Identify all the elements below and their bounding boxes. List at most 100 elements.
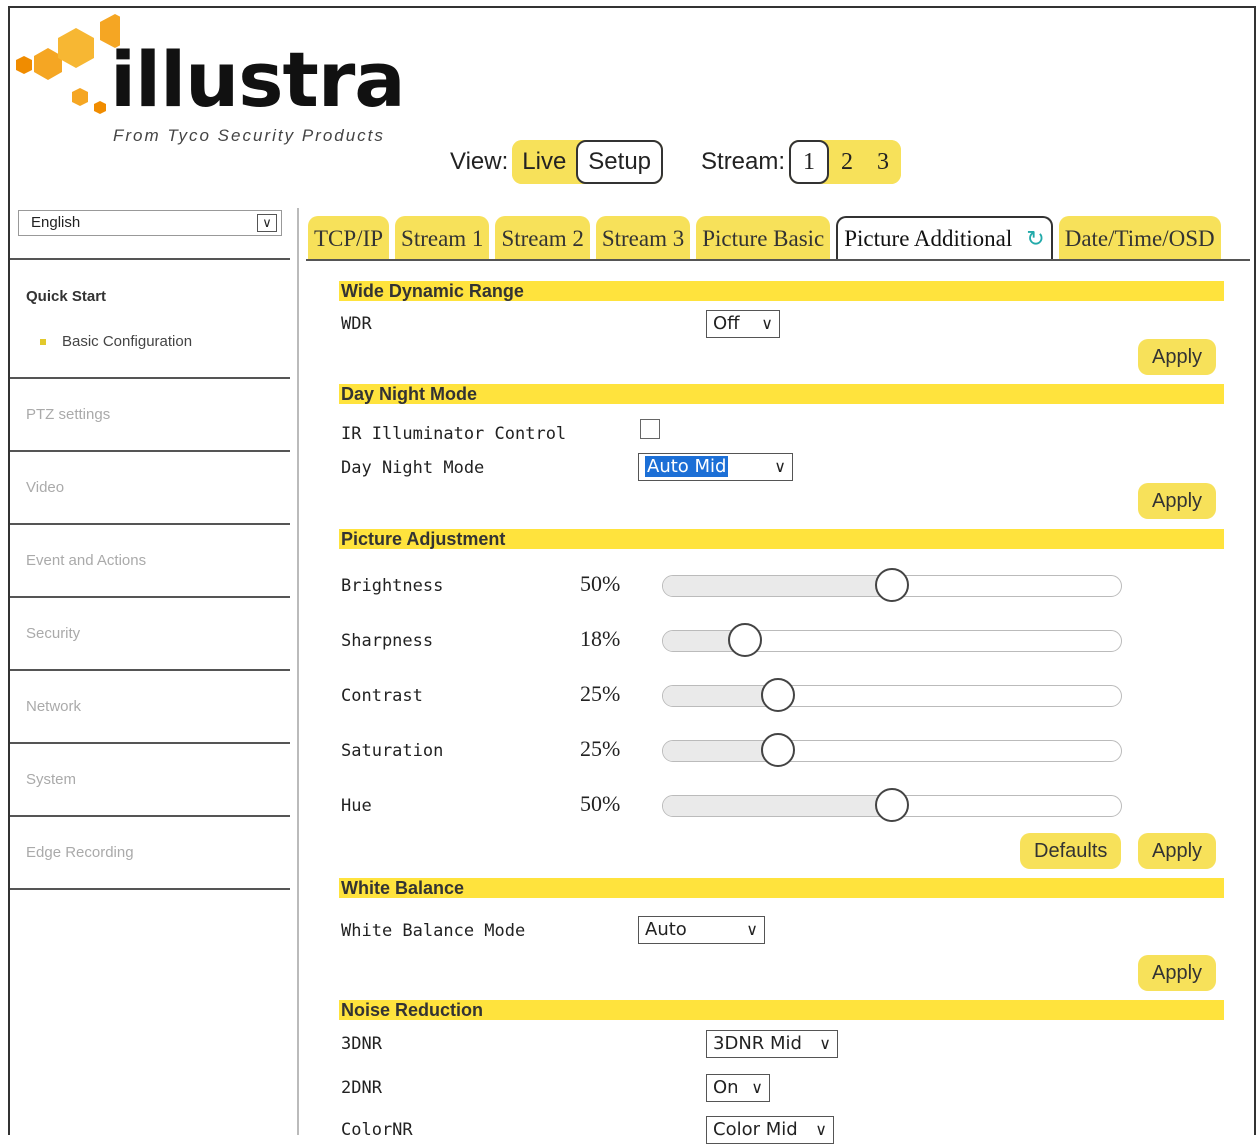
setup-button[interactable]: Setup [576, 140, 664, 184]
white-balance-mode-label: White Balance Mode [341, 921, 526, 941]
sidebar-item-video[interactable]: Video [26, 479, 64, 496]
stream-toggle: 1 2 3 [789, 140, 902, 184]
sidebar-item-ptz-settings[interactable]: PTZ settings [26, 406, 110, 423]
sidebar-divider [10, 258, 290, 260]
ir-illuminator-label: IR Illuminator Control [341, 424, 567, 444]
sidebar-divider [10, 450, 290, 452]
chevron-down-icon: ∨ [774, 457, 786, 476]
stream-1-button[interactable]: 1 [789, 140, 830, 184]
white-balance-apply-button[interactable]: Apply [1138, 955, 1217, 991]
live-button[interactable]: Live [512, 140, 577, 184]
3dnr-value: 3DNR Mid [713, 1033, 802, 1054]
section-header-wdr: Wide Dynamic Range [339, 281, 1224, 301]
sharpness-label: Sharpness [341, 631, 434, 651]
contrast-slider[interactable] [662, 678, 1122, 712]
brightness-slider[interactable] [662, 568, 1122, 602]
tab-tcp-ip[interactable]: TCP/IP [308, 216, 390, 260]
sharpness-slider[interactable] [662, 623, 1122, 657]
sidebar-item-network[interactable]: Network [26, 698, 81, 715]
chevron-down-icon: ∨ [746, 920, 758, 939]
logo-wordmark: illustra [110, 35, 406, 124]
saturation-label: Saturation [341, 741, 444, 761]
day-night-apply-button[interactable]: Apply [1138, 483, 1217, 519]
tab-picture-additional[interactable]: Picture Additional ↻ [836, 216, 1053, 260]
hue-slider[interactable] [662, 788, 1122, 822]
contrast-value: 25% [580, 681, 621, 706]
logo-tagline: From Tyco Security Products [113, 126, 385, 145]
hue-label: Hue [341, 796, 372, 816]
saturation-slider-handle[interactable] [760, 733, 795, 767]
sidebar-item-event-and-actions[interactable]: Event and Actions [26, 552, 146, 569]
3dnr-select[interactable]: 3DNR Mid ∨ [706, 1030, 838, 1058]
hue-slider-handle[interactable] [875, 788, 909, 822]
wdr-value: Off [713, 313, 740, 334]
language-value: English [31, 214, 81, 231]
sidebar-quick-start[interactable]: Quick Start [26, 288, 106, 305]
hue-slider-fill [663, 796, 892, 816]
sidebar-divider [10, 596, 290, 598]
white-balance-mode-select[interactable]: Auto ∨ [638, 916, 765, 944]
refresh-icon[interactable]: ↻ [1026, 227, 1044, 252]
defaults-button[interactable]: Defaults [1020, 833, 1122, 869]
sidebar-divider [10, 669, 290, 671]
tab-stream-3[interactable]: Stream 3 [595, 216, 691, 260]
day-night-mode-select[interactable]: Auto Mid ∨ [638, 453, 793, 481]
tab-picture-basic[interactable]: Picture Basic [696, 216, 831, 260]
ir-illuminator-checkbox[interactable] [640, 419, 660, 439]
2dnr-label: 2DNR [341, 1078, 382, 1098]
brightness-slider-handle[interactable] [875, 568, 909, 602]
day-night-mode-value: Auto Mid [645, 456, 729, 477]
chevron-down-icon: ∨ [815, 1120, 827, 1139]
section-header-white-balance: White Balance [339, 878, 1224, 898]
tabs-underline [306, 259, 1250, 261]
tab-stream-1[interactable]: Stream 1 [395, 216, 490, 260]
sidebar-item-system[interactable]: System [26, 771, 76, 788]
picture-apply-button[interactable]: Apply [1138, 833, 1217, 869]
stream-label: Stream: [701, 148, 786, 175]
tab-stream-2[interactable]: Stream 2 [495, 216, 590, 260]
brightness-value: 50% [580, 571, 621, 596]
brightness-slider-fill [663, 576, 892, 596]
colornr-label: ColorNR [341, 1120, 413, 1140]
contrast-slider-handle[interactable] [760, 678, 795, 712]
chevron-down-icon: ∨ [751, 1078, 763, 1097]
bullet-icon [40, 339, 46, 346]
stream-2-button[interactable]: 2 [829, 140, 866, 184]
wdr-select[interactable]: Off ∨ [706, 310, 780, 338]
sidebar-item-security[interactable]: Security [26, 625, 80, 642]
section-header-day-night: Day Night Mode [339, 384, 1224, 404]
day-night-mode-label: Day Night Mode [341, 458, 485, 478]
view-toggle: Live Setup [512, 140, 664, 184]
sidebar-divider [10, 815, 290, 817]
wdr-apply-button[interactable]: Apply [1138, 339, 1217, 375]
tab-label: Picture Additional [844, 226, 1013, 251]
3dnr-label: 3DNR [341, 1034, 382, 1054]
sidebar-divider [10, 377, 290, 379]
sidebar-item-label: Basic Configuration [62, 333, 193, 350]
wdr-label: WDR [341, 314, 372, 334]
colornr-value: Color Mid [713, 1119, 798, 1140]
settings-tabs: TCP/IP Stream 1 Stream 2 Stream 3 Pictur… [308, 216, 1227, 260]
contrast-label: Contrast [341, 686, 423, 706]
stream-3-button[interactable]: 3 [865, 140, 902, 184]
chevron-down-icon: ∨ [761, 314, 773, 333]
section-header-noise-reduction: Noise Reduction [339, 1000, 1224, 1020]
sidebar-divider [10, 742, 290, 744]
chevron-down-icon[interactable]: ∨ [257, 214, 277, 232]
hue-value: 50% [580, 791, 621, 816]
white-balance-mode-value: Auto [645, 919, 687, 940]
sharpness-slider-handle[interactable] [728, 623, 763, 657]
saturation-slider[interactable] [662, 733, 1122, 767]
sharpness-value: 18% [580, 626, 621, 651]
sidebar-divider [10, 523, 290, 525]
sidebar-divider [10, 888, 290, 890]
tab-date-time-osd[interactable]: Date/Time/OSD [1058, 216, 1221, 260]
chevron-down-icon: ∨ [819, 1034, 831, 1053]
sidebar-border [297, 208, 299, 1135]
language-select[interactable]: English ∨ [18, 210, 282, 236]
sidebar-item-basic-configuration[interactable]: Basic Configuration [40, 333, 192, 350]
sidebar-item-edge-recording[interactable]: Edge Recording [26, 844, 134, 861]
colornr-select[interactable]: Color Mid ∨ [706, 1116, 834, 1144]
brightness-label: Brightness [341, 576, 444, 596]
2dnr-select[interactable]: On ∨ [706, 1074, 770, 1102]
